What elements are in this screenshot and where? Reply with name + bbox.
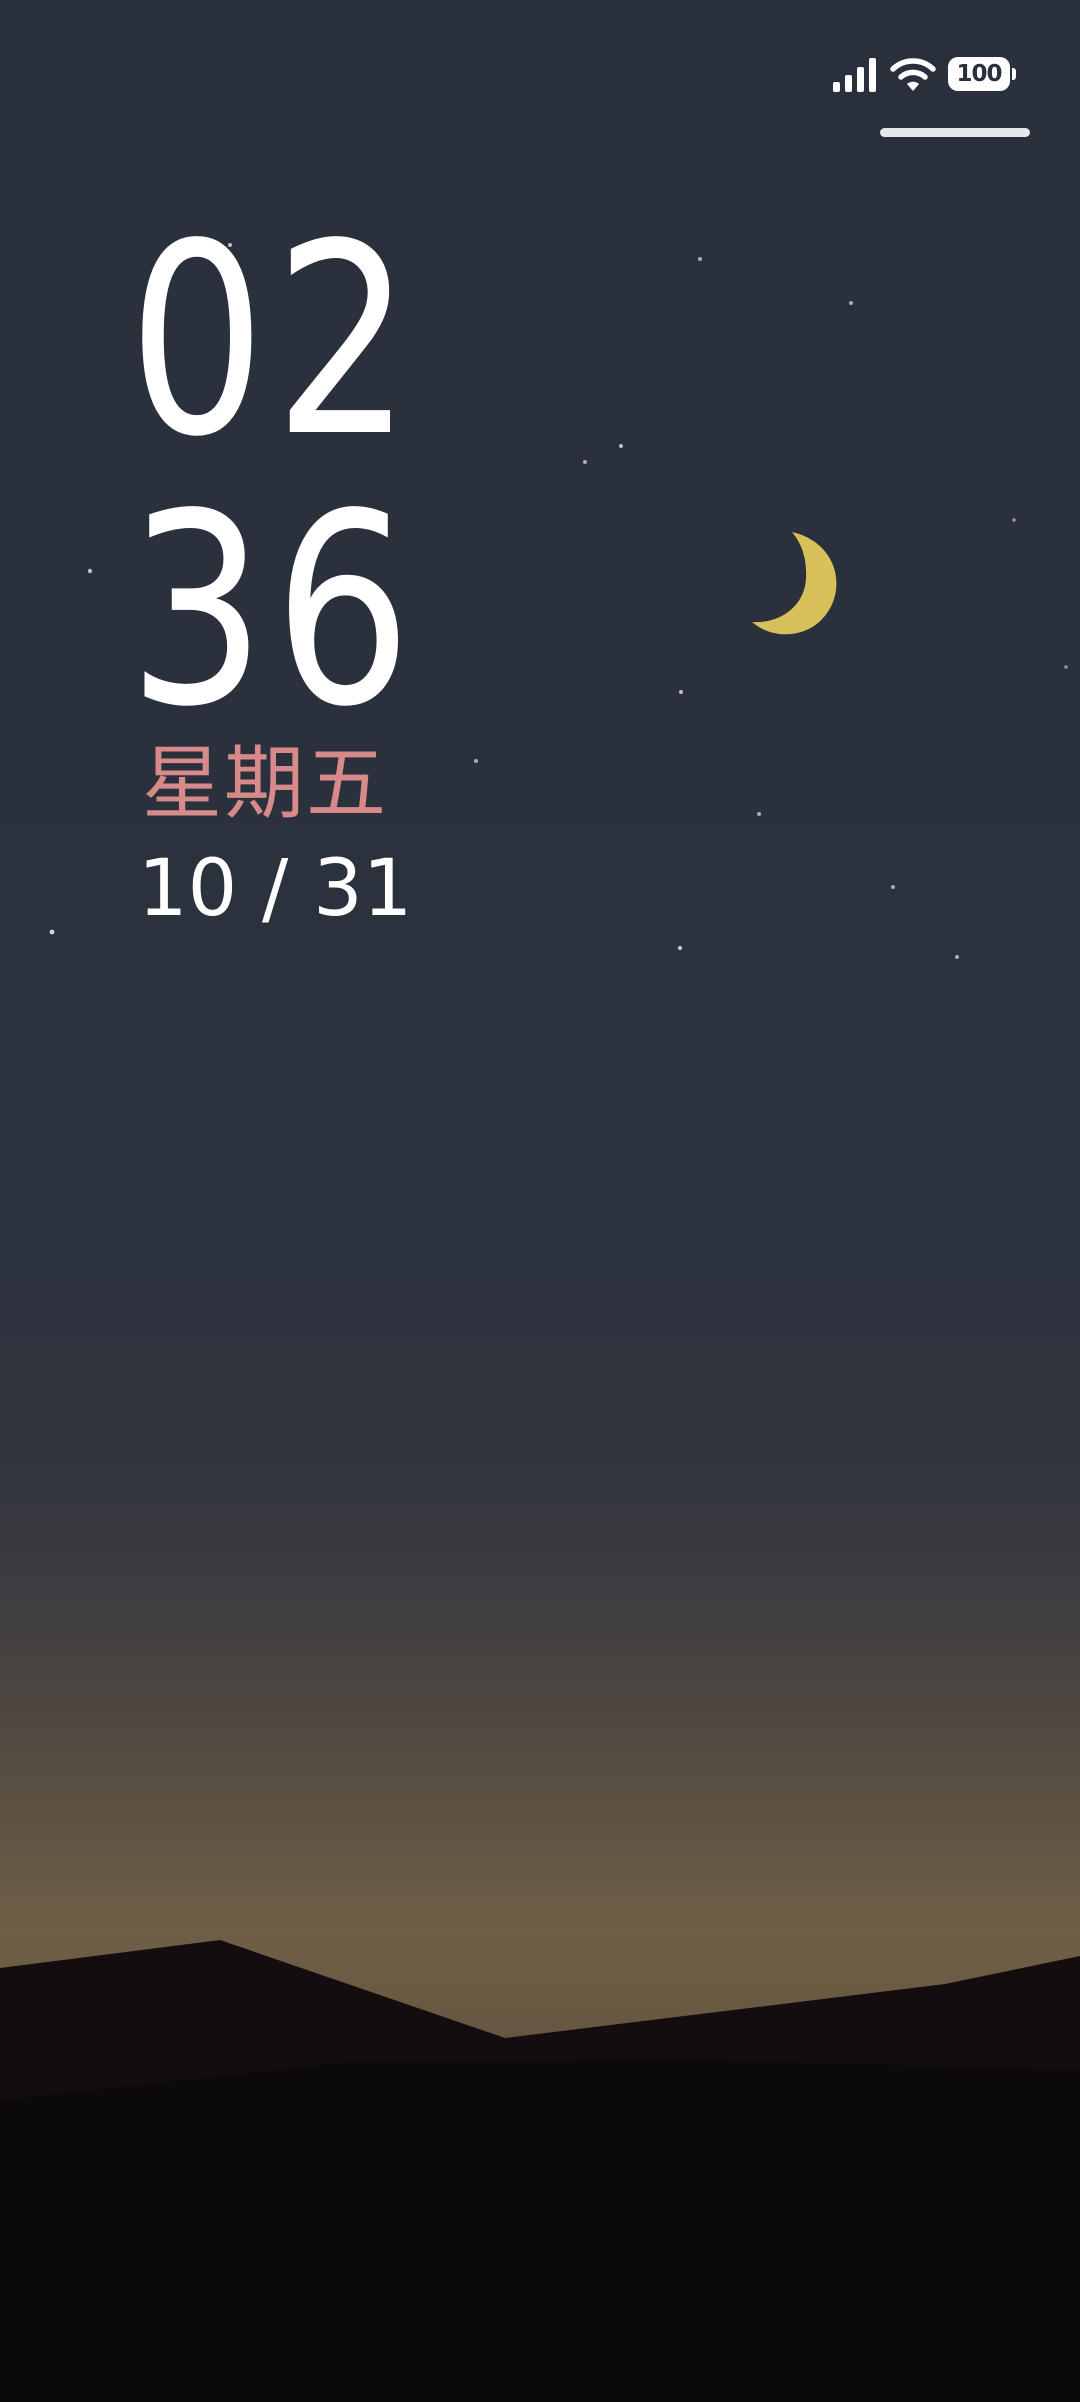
status-bar: 100 [832, 54, 1016, 94]
lock-screen: 100 02 36 星期五 10 / 31 [0, 0, 1080, 2402]
clock-minutes: 36 [128, 458, 420, 765]
battery-level: 100 [956, 61, 1002, 87]
front-hill [0, 2060, 1080, 2402]
battery-icon: 100 [948, 57, 1016, 91]
notification-shade-handle[interactable] [880, 128, 1030, 137]
weekday-label: 星期五 [142, 737, 388, 830]
crescent-moon-icon [752, 532, 837, 635]
wifi-icon [890, 58, 936, 91]
signal-bars-icon [833, 58, 876, 92]
clock-hours: 02 [128, 188, 420, 495]
date-label: 10 / 31 [138, 844, 413, 934]
